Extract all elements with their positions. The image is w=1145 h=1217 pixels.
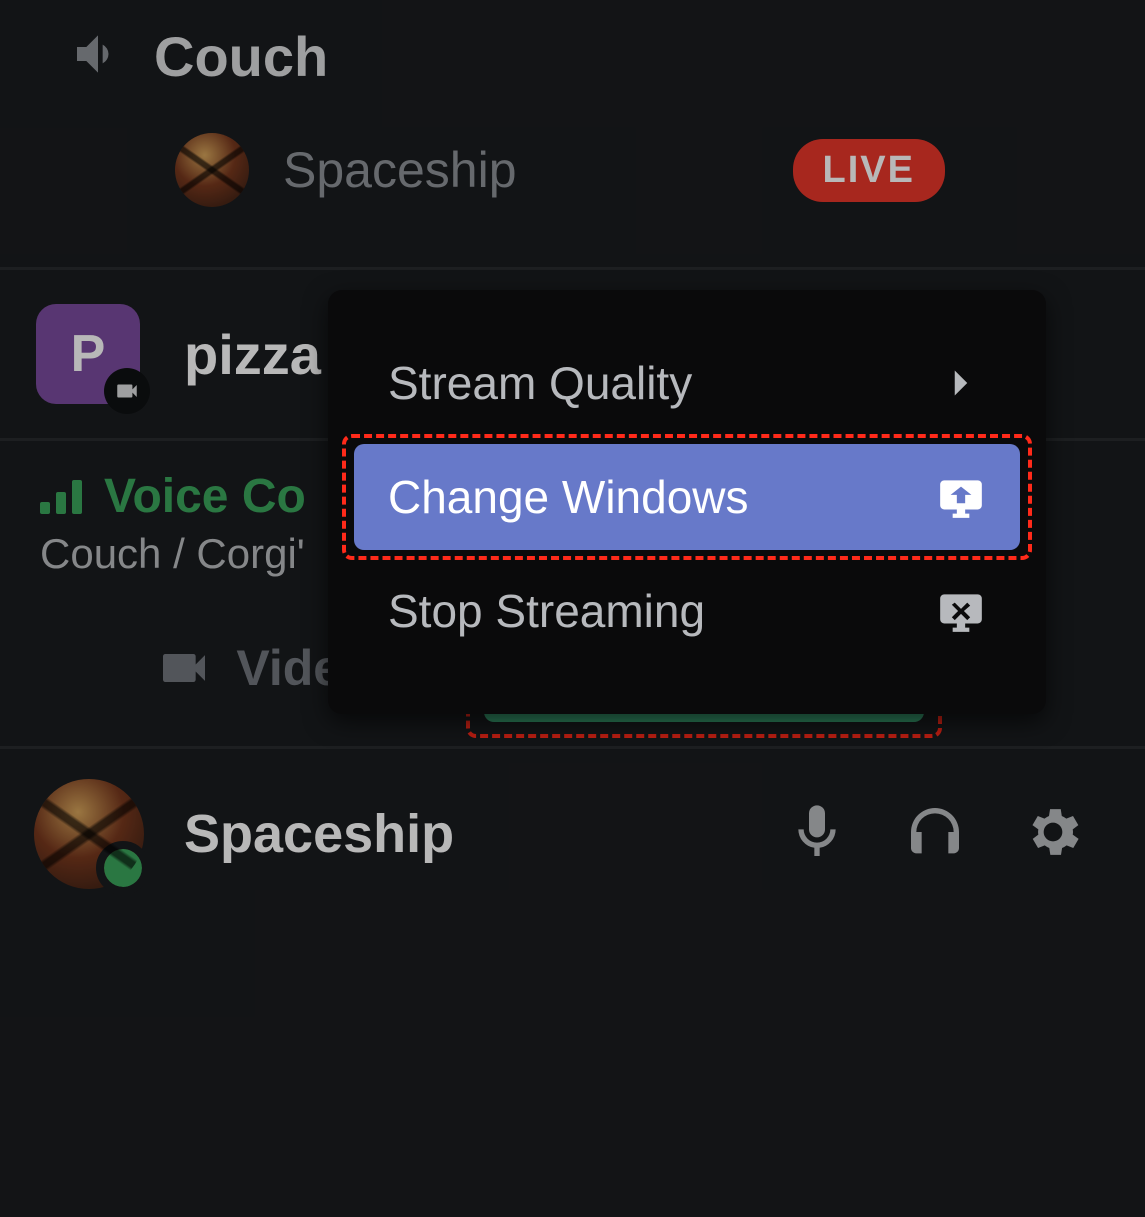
menu-stop-streaming[interactable]: Stop Streaming [354, 558, 1020, 664]
headphones-icon [903, 800, 967, 864]
deafen-button[interactable] [903, 800, 967, 869]
activity-name: pizza [184, 322, 321, 387]
microphone-icon [785, 800, 849, 864]
channel-name: Couch [154, 24, 328, 89]
avatar [175, 133, 249, 207]
menu-label: Stream Quality [388, 356, 692, 410]
stream-context-menu: Stream Quality Change Windows Stop Strea… [328, 290, 1046, 714]
menu-label: Stop Streaming [388, 584, 705, 638]
speaker-icon [70, 26, 126, 87]
video-camera-icon [156, 640, 212, 696]
streamer-name: Spaceship [283, 141, 793, 199]
activity-tile: P [36, 304, 140, 404]
online-status-icon [104, 849, 142, 887]
current-user-name: Spaceship [184, 803, 745, 865]
user-panel: Spaceship [0, 749, 1145, 919]
screen-share-icon [936, 472, 986, 522]
avatar[interactable] [34, 779, 144, 889]
voice-channel-header[interactable]: Couch [0, 0, 1145, 103]
menu-label: Change Windows [388, 470, 749, 524]
chevron-right-icon [936, 358, 986, 408]
stop-screen-icon [936, 586, 986, 636]
gear-icon [1021, 800, 1085, 864]
camera-badge-icon [104, 368, 150, 414]
menu-stream-quality[interactable]: Stream Quality [354, 330, 1020, 436]
activity-tile-letter: P [71, 324, 106, 384]
mute-button[interactable] [785, 800, 849, 869]
voice-connected-label: Voice Co [104, 469, 306, 524]
live-badge: LIVE [793, 139, 945, 202]
signal-icon [40, 480, 82, 514]
menu-change-windows[interactable]: Change Windows [354, 444, 1020, 550]
settings-button[interactable] [1021, 800, 1085, 869]
streaming-user-row[interactable]: Spaceship LIVE [0, 103, 1145, 267]
